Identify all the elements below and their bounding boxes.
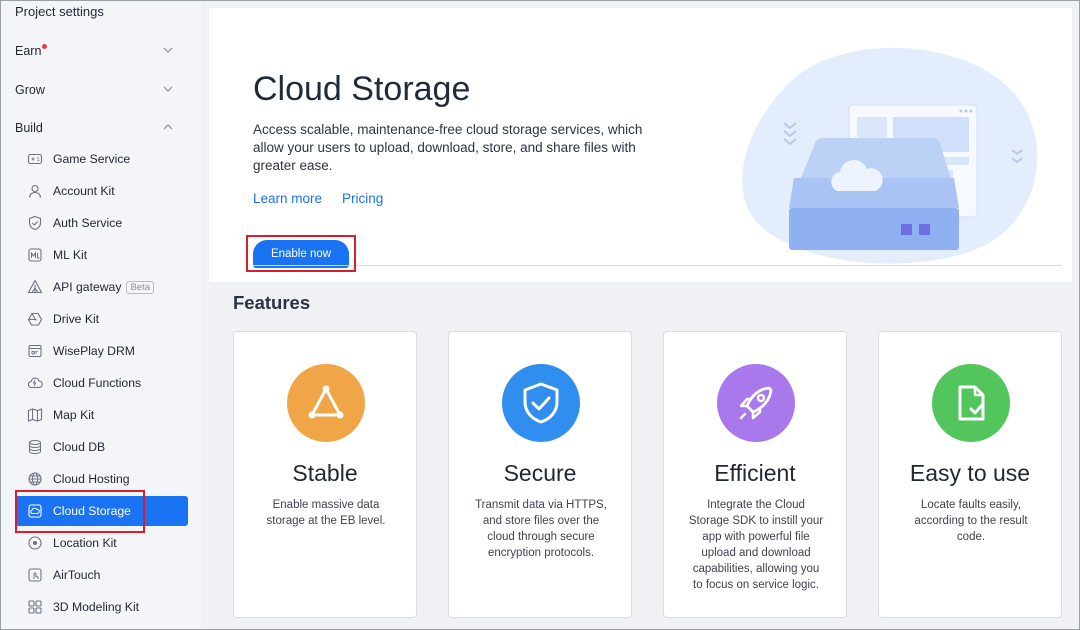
feature-title: Stable [292,460,358,486]
sidebar-item-cloud-hosting[interactable]: Cloud Hosting [15,464,188,494]
sidebar-item-game-service[interactable]: Game Service [15,144,188,174]
page-title: Cloud Storage [253,70,471,108]
learn-more-link[interactable]: Learn more [253,191,322,206]
sidebar-item-label: AirTouch [53,568,101,582]
hero-description: Access scalable, maintenance-free cloud … [253,122,643,173]
cloud-functions-icon [27,375,43,391]
sidebar-item-cloud-db[interactable]: Cloud DB [15,432,188,462]
chevron-up-icon [163,124,173,130]
sidebar-item-api-gateway[interactable]: API gateway Beta [15,272,188,302]
sidebar-item-label: API gateway [53,280,122,294]
globe-icon [27,471,43,487]
triangle-network-icon [287,364,365,442]
feature-card-easy-to-use: Easy to use Locate faults easily, accord… [878,331,1062,618]
shield-check-icon [502,364,580,442]
location-icon [27,535,43,551]
sidebar-item-ml-kit[interactable]: ML Kit [15,240,188,270]
beta-badge: Beta [126,280,154,294]
feature-title: Efficient [714,460,796,486]
feature-description: Locate faults easily, according to the r… [914,499,1028,543]
sidebar-item-label: Location Kit [53,536,117,550]
cloud-storage-illustration [742,47,1038,264]
feature-description: Integrate the Cloud Storage SDK to insti… [688,499,824,591]
hero-panel: Cloud Storage Access scalable, maintenan… [209,8,1072,282]
map-icon [27,407,43,423]
ml-icon [27,247,43,263]
gamepad-icon [27,151,43,167]
sidebar-item-label: Drive Kit [53,312,100,326]
sidebar-item-map-kit[interactable]: Map Kit [15,400,188,430]
sidebar: Project settings Earn Grow Build Game Se… [0,0,201,630]
nav-group-label: Grow [15,83,45,97]
sidebar-item-label: ML Kit [53,248,88,262]
sidebar-item-location-kit[interactable]: Location Kit [15,528,188,558]
chevron-down-icon [163,47,173,53]
sidebar-item-label: Map Kit [53,408,95,422]
feature-description: Enable massive data storage at the EB le… [266,499,386,527]
features-heading: Features [233,292,311,313]
notification-dot [42,43,48,49]
drm-icon [27,343,43,359]
sidebar-item-label: WisePlay DRM [53,344,135,358]
enable-now-button[interactable]: Enable now [253,240,349,268]
sidebar-item-label: Cloud Hosting [53,472,130,486]
sidebar-item-label: 3D Modeling Kit [53,600,140,614]
pricing-link[interactable]: Pricing [342,191,383,206]
airtouch-icon [27,567,43,583]
sidebar-item-label: Game Service [53,152,131,166]
sidebar-item-auth-service[interactable]: Auth Service [15,208,188,238]
project-settings-link[interactable]: Project settings [15,4,104,19]
feature-card-stable: Stable Enable massive data storage at th… [233,331,417,618]
shield-check-icon [27,215,43,231]
cloud-storage-icon [27,503,43,519]
document-check-icon [932,364,1010,442]
gateway-icon [27,279,43,295]
database-icon [27,439,43,455]
sidebar-item-3d-modeling-kit[interactable]: 3D Modeling Kit [15,592,188,622]
nav-group-grow[interactable]: Grow [0,75,201,105]
modeling-icon [27,599,43,615]
feature-title: Easy to use [909,460,1031,486]
feature-card-efficient: Efficient Integrate the Cloud Storage SD… [663,331,847,618]
drive-icon [27,311,43,327]
sidebar-item-cloud-storage[interactable]: Cloud Storage [15,496,188,526]
sidebar-item-label: Account Kit [53,184,115,198]
sidebar-item-label: Auth Service [53,216,123,230]
chevron-down-icon [163,86,173,92]
nav-group-label: Build [15,121,43,135]
sidebar-item-label: Cloud DB [53,440,106,454]
nav-group-earn[interactable]: Earn [0,36,201,66]
nav-group-label: Earn [15,44,42,58]
sidebar-item-airtouch[interactable]: AirTouch [15,560,188,590]
sidebar-item-label: Cloud Functions [53,376,142,390]
nav-group-build[interactable]: Build [0,113,201,143]
sidebar-item-wiseplay-drm[interactable]: WisePlay DRM [15,336,188,366]
sidebar-item-label: Cloud Storage [53,504,131,518]
user-icon [27,183,43,199]
rocket-icon [717,364,795,442]
sidebar-item-cloud-functions[interactable]: Cloud Functions [15,368,188,398]
main-content: Cloud Storage Access scalable, maintenan… [201,0,1080,630]
feature-card-secure: Secure Transmit data via HTTPS, and stor… [448,331,632,618]
sidebar-item-account-kit[interactable]: Account Kit [15,176,188,206]
feature-title: Secure [503,460,577,486]
sidebar-item-drive-kit[interactable]: Drive Kit [15,304,188,334]
feature-description: Transmit data via HTTPS, and store files… [475,499,607,559]
